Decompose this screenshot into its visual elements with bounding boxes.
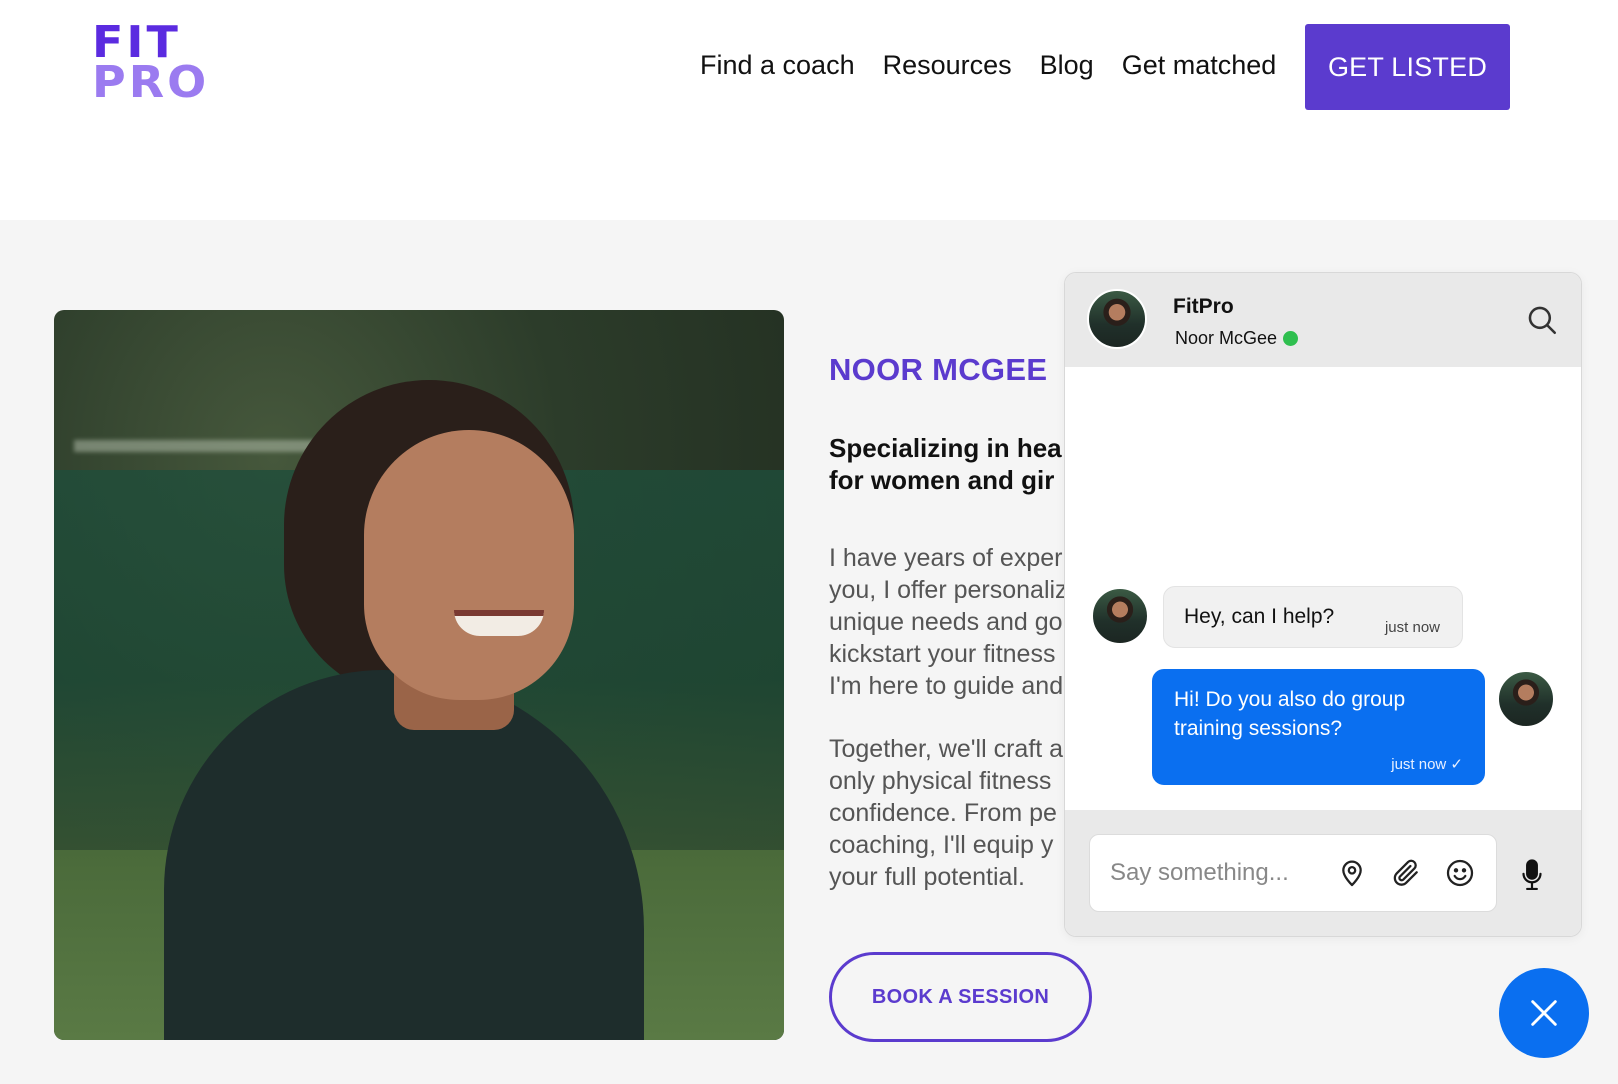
paperclip-icon[interactable]	[1390, 857, 1422, 889]
bio-paragraph-2: Together, we'll craft a only physical fi…	[829, 733, 1069, 893]
chat-agent-status: Noor McGee	[1175, 328, 1299, 349]
nav-get-matched[interactable]: Get matched	[1122, 50, 1277, 81]
coach-tagline: Specializing in hea for women and gir	[829, 432, 1069, 496]
chat-composer	[1065, 810, 1581, 936]
message-input[interactable]	[1110, 855, 1310, 891]
incoming-message-avatar	[1091, 587, 1149, 645]
bio-line: coaching, I'll equip y	[829, 831, 1054, 859]
bio-line: your full potential.	[829, 863, 1025, 891]
chat-agent-name: Noor McGee	[1175, 328, 1278, 348]
emoji-icon[interactable]	[1444, 857, 1476, 889]
outgoing-message: Hi! Do you also do group training sessio…	[1152, 669, 1485, 785]
logo-line-2: PRO	[92, 56, 210, 108]
bio-line: unique needs and go	[829, 608, 1063, 636]
logo-line-1: FIT	[92, 16, 181, 68]
close-icon	[1531, 1000, 1557, 1026]
chat-title: FitPro	[1173, 295, 1234, 318]
bio-line: I have years of exper	[829, 544, 1063, 572]
site-header: FIT PRO Find a coach Resources Blog Get …	[0, 0, 1618, 220]
nav-blog[interactable]: Blog	[1040, 50, 1094, 81]
bio-line: confidence. From pe	[829, 799, 1057, 827]
bio-line: kickstart your fitness	[829, 640, 1056, 668]
tagline-line: for women and gir	[829, 465, 1055, 495]
online-status-dot	[1283, 331, 1299, 346]
message-text: Hi! Do you also do group training sessio…	[1174, 688, 1406, 740]
bio-line: I'm here to guide and	[829, 672, 1064, 700]
message-time: just now ✓	[1391, 756, 1463, 773]
location-pin-icon[interactable]	[1336, 857, 1368, 889]
get-listed-button[interactable]: GET LISTED	[1305, 24, 1510, 110]
bio-line: only physical fitness	[829, 767, 1052, 795]
message-input-box	[1089, 834, 1497, 912]
coach-photo	[54, 310, 784, 1040]
chat-agent-avatar	[1087, 289, 1147, 349]
nav-find-a-coach[interactable]: Find a coach	[700, 50, 855, 81]
chat-header: FitPro Noor McGee	[1065, 273, 1581, 367]
book-session-button[interactable]: BOOK A SESSION	[829, 952, 1092, 1042]
message-time: just now	[1384, 619, 1440, 636]
message-text: Hey, can I help?	[1184, 605, 1335, 628]
coach-name: NOOR MCGEE	[829, 352, 1048, 387]
chat-close-button[interactable]	[1499, 968, 1589, 1058]
microphone-icon[interactable]	[1517, 858, 1547, 892]
bio-paragraph-1: I have years of exper you, I offer perso…	[829, 542, 1069, 702]
fitpro-logo[interactable]: FIT PRO	[92, 16, 242, 108]
search-icon[interactable]	[1525, 303, 1559, 337]
bio-line: Together, we'll craft a	[829, 735, 1064, 763]
chat-widget: FitPro Noor McGee Hey, can I help? just …	[1064, 272, 1582, 937]
incoming-message: Hey, can I help? just now	[1163, 586, 1463, 648]
nav-resources[interactable]: Resources	[883, 50, 1012, 81]
main-nav: Find a coach Resources Blog Get matched	[700, 50, 1304, 81]
bio-line: you, I offer personaliz	[829, 576, 1068, 604]
outgoing-message-avatar	[1497, 670, 1555, 728]
tagline-line: Specializing in hea	[829, 433, 1062, 463]
